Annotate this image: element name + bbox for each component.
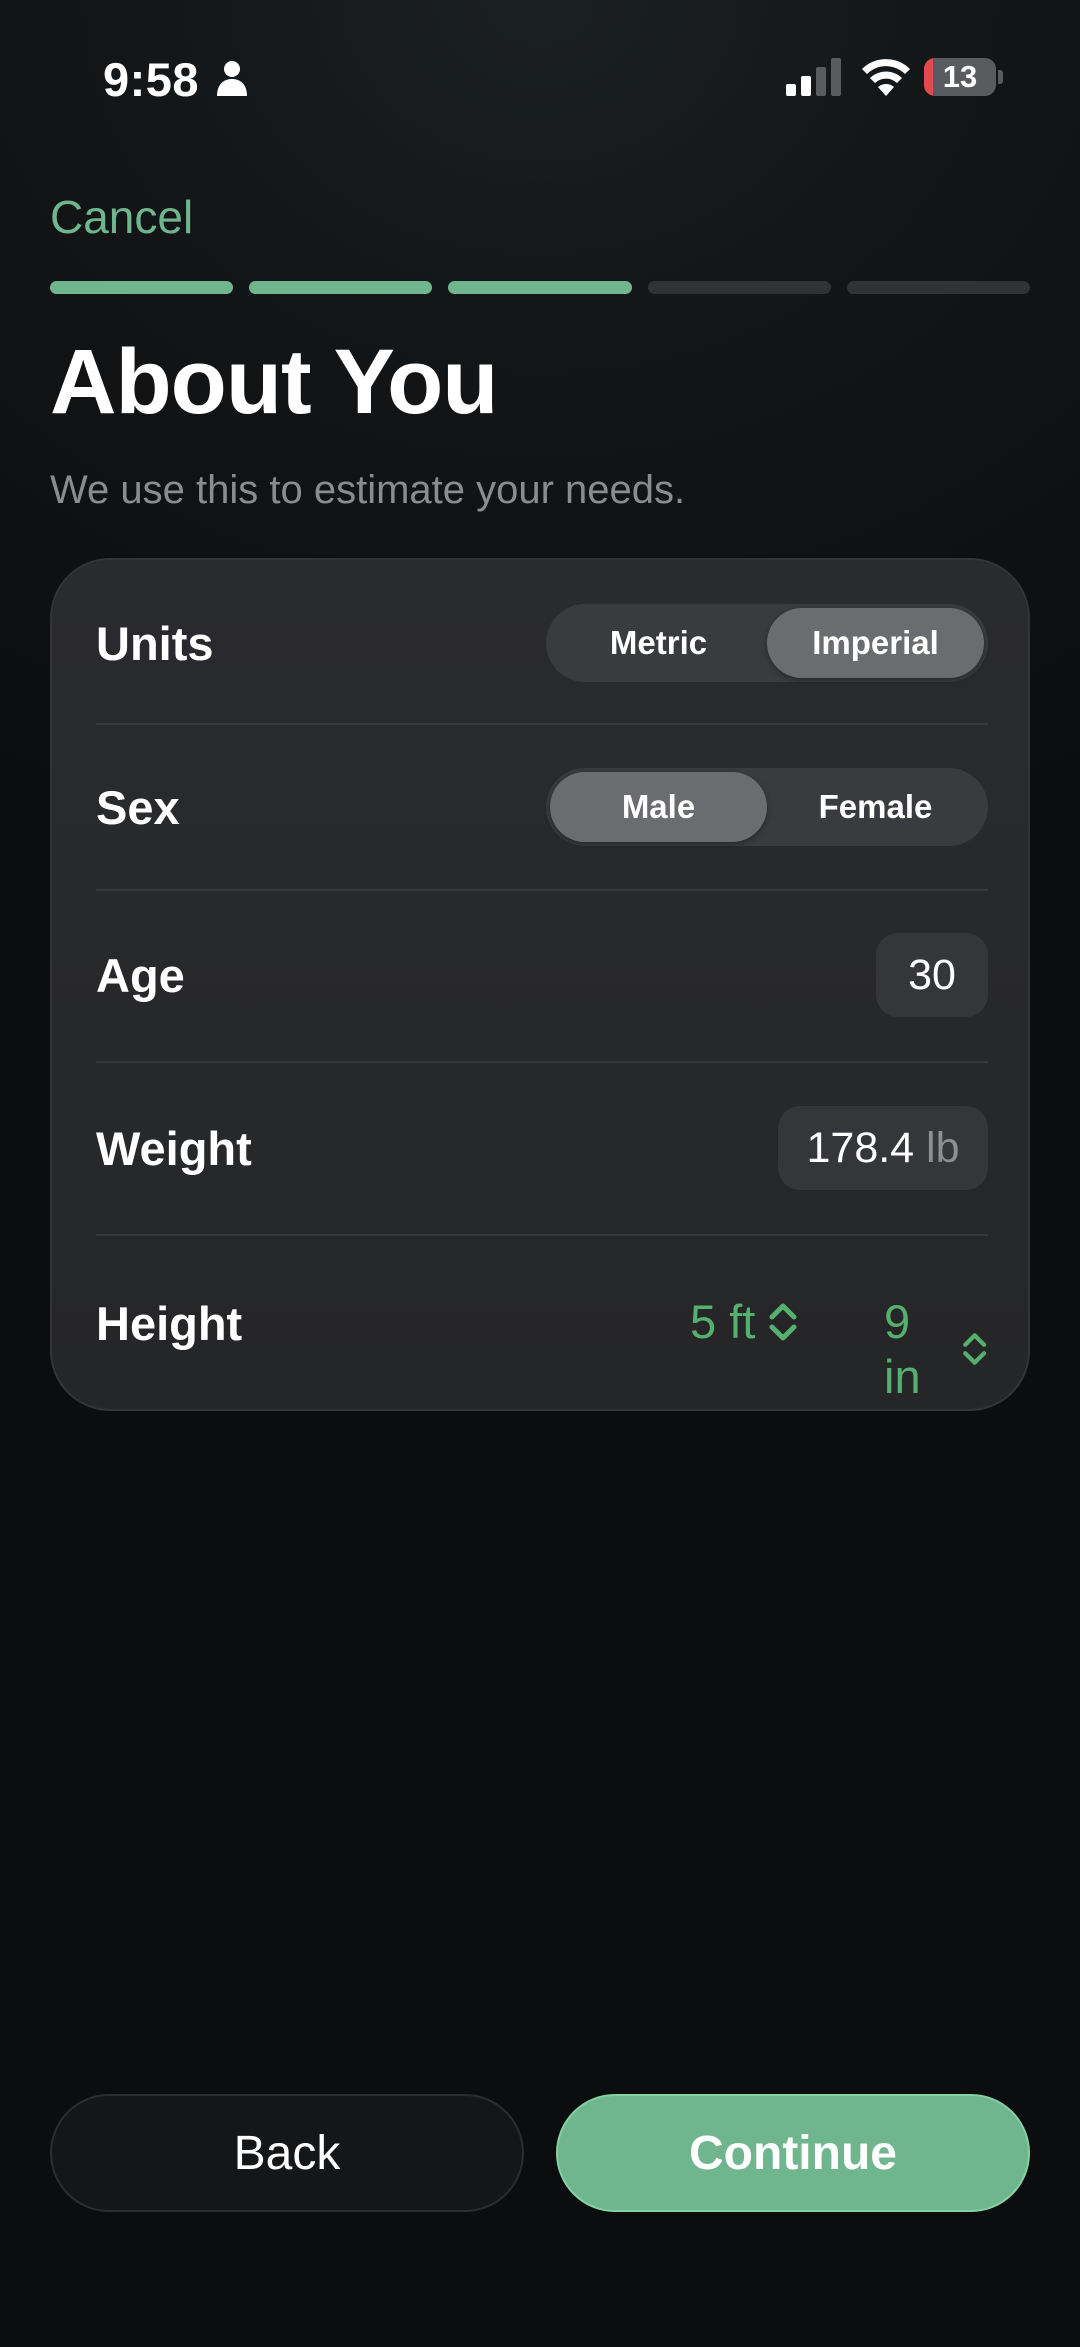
age-label: Age: [96, 949, 185, 1002]
battery-icon: 13: [924, 58, 1004, 96]
progress-segment: [846, 281, 1031, 294]
progress-segment: [647, 281, 831, 294]
about-you-form-card: Units Metric Imperial Sex Male Female Ag…: [50, 558, 1030, 1411]
back-button[interactable]: Back: [50, 2094, 524, 2212]
height-inches-value: 9 in: [884, 1295, 921, 1403]
step-progress-bar: [50, 281, 1031, 294]
page-subtitle: We use this to estimate your needs.: [50, 468, 686, 512]
divider: [96, 1234, 988, 1236]
page-title: About You: [50, 331, 498, 433]
battery-cap: [998, 70, 1003, 84]
chevron-up-down-icon: [769, 1303, 797, 1340]
age-row: Age 30: [96, 933, 988, 1017]
about-you-screen: 9:58 13 Cancel About You We use this to …: [0, 0, 1080, 2347]
person-icon: [217, 61, 247, 96]
chevron-up-down-icon: [962, 1333, 986, 1365]
battery-body: 13: [924, 58, 996, 96]
units-option-imperial[interactable]: Imperial: [767, 608, 984, 678]
cellular-signal-icon: [786, 58, 841, 96]
units-row: Units Metric Imperial: [96, 604, 988, 682]
height-feet-value: 5 ft: [690, 1295, 756, 1348]
height-row: Height 5 ft 9 in: [96, 1278, 988, 1403]
height-inches-picker[interactable]: 9 in: [884, 1294, 988, 1404]
progress-segment: [50, 281, 234, 294]
height-label: Height: [96, 1297, 243, 1350]
weight-label: Weight: [96, 1122, 252, 1175]
age-value: 30: [908, 951, 956, 999]
status-bar: 9:58 13: [0, 0, 1080, 150]
progress-segment: [249, 281, 433, 294]
divider: [96, 1061, 988, 1063]
weight-unit: lb: [926, 1124, 960, 1172]
weight-value: 178.4: [806, 1124, 915, 1172]
status-time: 9:58: [103, 53, 200, 106]
weight-row: Weight 178.4 lb: [96, 1106, 988, 1190]
sex-option-female[interactable]: Female: [767, 772, 984, 842]
divider: [96, 889, 988, 891]
sex-row: Sex Male Female: [96, 768, 988, 846]
units-label: Units: [96, 617, 214, 670]
divider: [96, 723, 988, 725]
weight-input[interactable]: 178.4 lb: [778, 1106, 988, 1190]
sex-label: Sex: [96, 781, 180, 834]
units-segmented-control: Metric Imperial: [546, 604, 988, 682]
age-input[interactable]: 30: [876, 933, 988, 1017]
continue-button[interactable]: Continue: [556, 2094, 1030, 2212]
wifi-icon: [862, 59, 910, 96]
battery-level: 13: [942, 59, 978, 94]
cancel-button[interactable]: Cancel: [50, 190, 193, 244]
sex-segmented-control: Male Female: [546, 768, 988, 846]
units-option-metric[interactable]: Metric: [550, 608, 767, 678]
sex-option-male[interactable]: Male: [550, 772, 767, 842]
progress-segment: [448, 281, 632, 294]
height-feet-picker[interactable]: 5 ft: [690, 1294, 799, 1349]
